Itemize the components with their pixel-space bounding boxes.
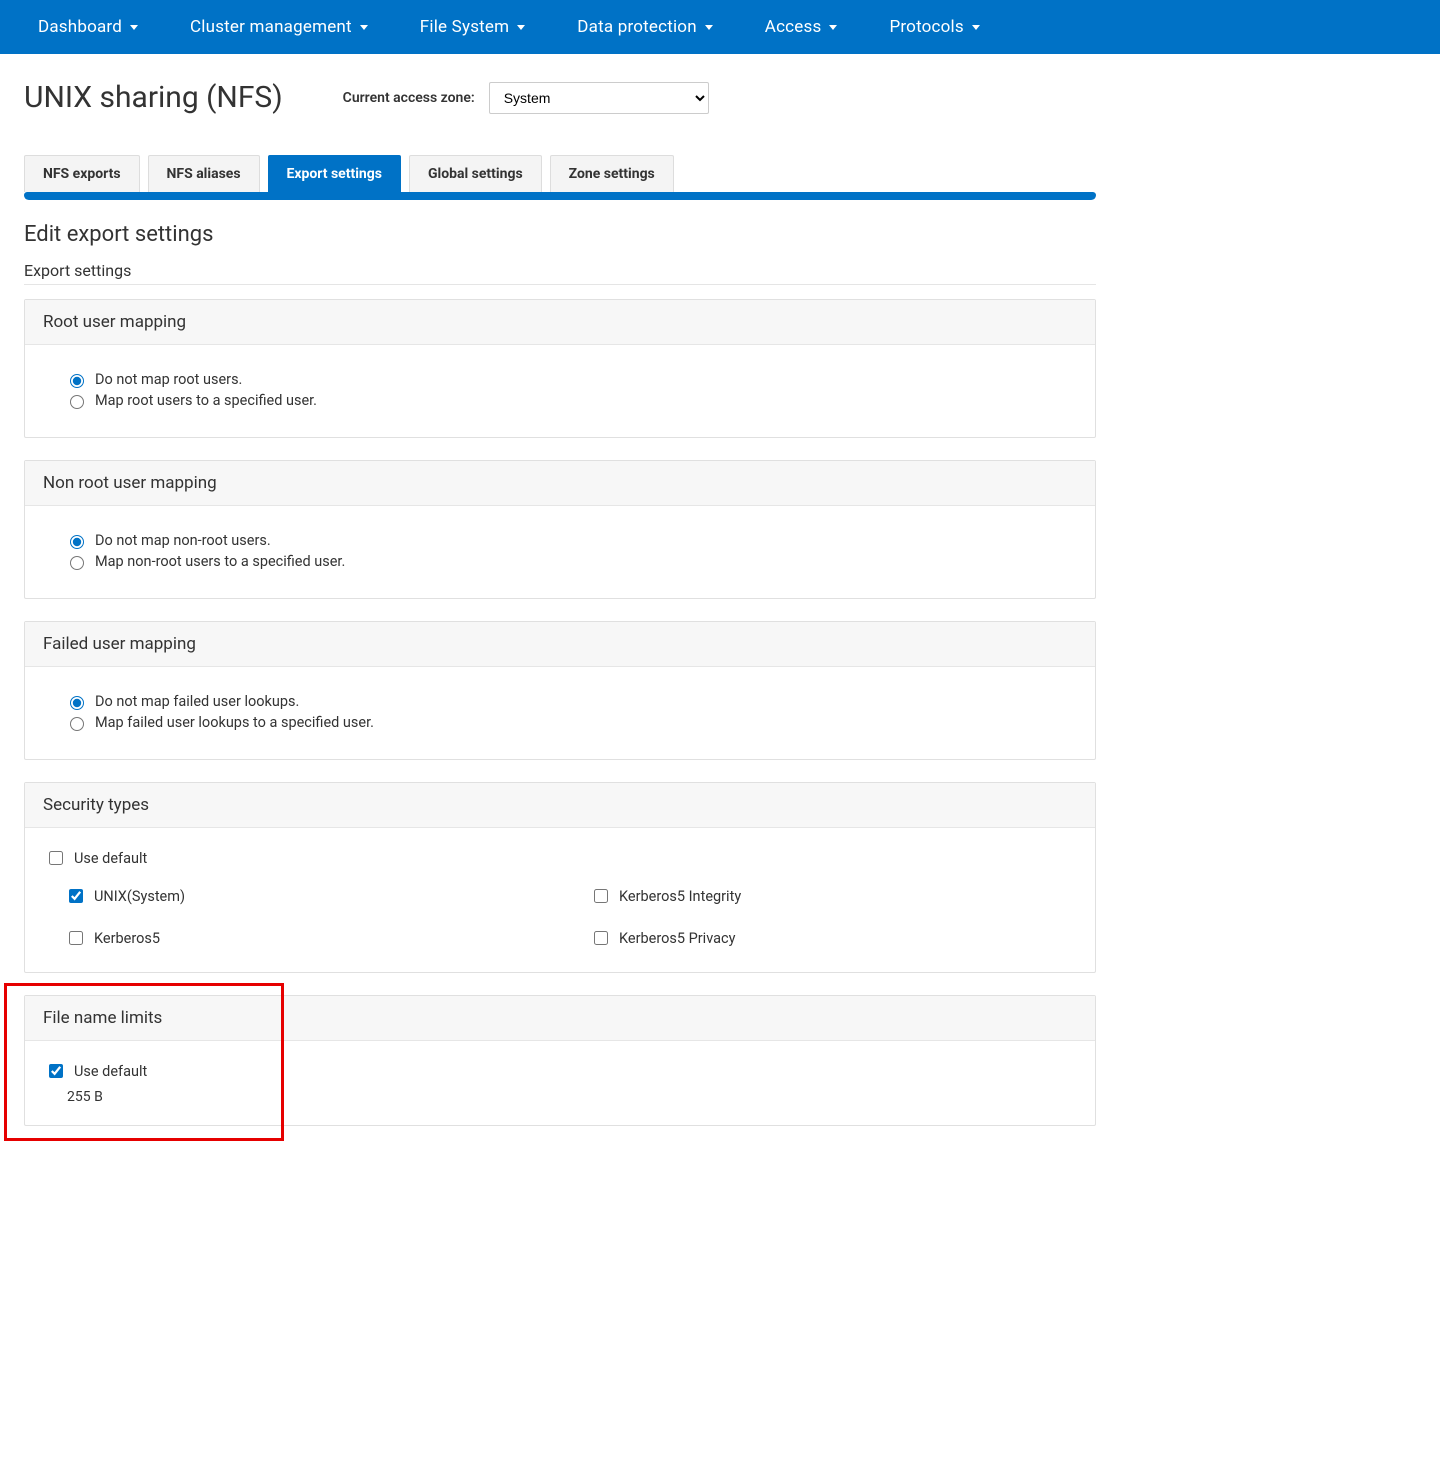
panel-non-root-user-mapping: Non root user mapping Do not map non-roo… xyxy=(24,460,1096,599)
radio-label: Do not map failed user lookups. xyxy=(95,693,299,710)
nav-item-file-system[interactable]: File System xyxy=(394,0,552,54)
checkbox-label: Use default xyxy=(74,1063,147,1080)
caret-down-icon xyxy=(829,25,837,30)
checkbox-label: Kerberos5 xyxy=(94,930,160,947)
nav-label: Data protection xyxy=(577,17,697,37)
edit-export-settings-heading: Edit export settings xyxy=(24,222,1096,247)
radio-label: Map root users to a specified user. xyxy=(95,392,317,409)
radio-do-not-map-root[interactable]: Do not map root users. xyxy=(65,371,1055,388)
tab-nfs-exports[interactable]: NFS exports xyxy=(24,155,140,192)
radio-input[interactable] xyxy=(70,395,84,409)
radio-input[interactable] xyxy=(70,717,84,731)
nav-label: Protocols xyxy=(889,17,963,37)
nav-item-data-protection[interactable]: Data protection xyxy=(551,0,739,54)
nav-label: Dashboard xyxy=(38,17,122,37)
radio-map-nonroot-specified[interactable]: Map non-root users to a specified user. xyxy=(65,553,1055,570)
caret-down-icon xyxy=(517,25,525,30)
radio-do-not-map-nonroot[interactable]: Do not map non-root users. xyxy=(65,532,1055,549)
radio-input[interactable] xyxy=(70,374,84,388)
access-zone-select[interactable]: System xyxy=(489,82,709,114)
checkbox-input[interactable] xyxy=(69,889,83,903)
radio-do-not-map-failed[interactable]: Do not map failed user lookups. xyxy=(65,693,1055,710)
tab-global-settings[interactable]: Global settings xyxy=(409,155,542,192)
nav-item-cluster-management[interactable]: Cluster management xyxy=(164,0,394,54)
radio-label: Map failed user lookups to a specified u… xyxy=(95,714,374,731)
radio-input[interactable] xyxy=(70,556,84,570)
radio-label: Do not map root users. xyxy=(95,371,242,388)
nav-label: Cluster management xyxy=(190,17,352,37)
checkbox-input[interactable] xyxy=(594,931,608,945)
checkbox-input[interactable] xyxy=(594,889,608,903)
checkbox-input[interactable] xyxy=(69,931,83,945)
caret-down-icon xyxy=(130,25,138,30)
tab-export-settings[interactable]: Export settings xyxy=(268,155,401,192)
divider xyxy=(24,284,1096,285)
tab-bar: NFS exports NFS aliases Export settings … xyxy=(24,155,1096,192)
page-title: UNIX sharing (NFS) xyxy=(24,80,283,115)
checkbox-label: Use default xyxy=(74,850,147,867)
tab-nfs-aliases[interactable]: NFS aliases xyxy=(148,155,260,192)
checkbox-kerberos5-integrity[interactable]: Kerberos5 Integrity xyxy=(590,886,1075,906)
panel-header: Root user mapping xyxy=(25,300,1095,345)
caret-down-icon xyxy=(705,25,713,30)
panel-security-types: Security types Use default UNIX(System) … xyxy=(24,782,1096,973)
checkbox-label: Kerberos5 Privacy xyxy=(619,930,735,947)
checkbox-input[interactable] xyxy=(49,851,63,865)
radio-label: Map non-root users to a specified user. xyxy=(95,553,345,570)
radio-label: Do not map non-root users. xyxy=(95,532,271,549)
export-settings-subheading: Export settings xyxy=(24,261,1096,280)
nav-item-dashboard[interactable]: Dashboard xyxy=(12,0,164,54)
nav-item-access[interactable]: Access xyxy=(739,0,864,54)
checkbox-filename-use-default[interactable]: Use default xyxy=(45,1061,1075,1081)
panel-header: Failed user mapping xyxy=(25,622,1095,667)
panel-header: File name limits xyxy=(25,996,1095,1041)
tab-underline xyxy=(24,192,1096,200)
checkbox-security-use-default[interactable]: Use default xyxy=(45,848,1075,868)
checkbox-label: Kerberos5 Integrity xyxy=(619,888,741,905)
checkbox-kerberos5[interactable]: Kerberos5 xyxy=(65,928,550,948)
nav-label: Access xyxy=(765,17,822,37)
nav-label: File System xyxy=(420,17,510,37)
tab-zone-settings[interactable]: Zone settings xyxy=(550,155,674,192)
checkbox-kerberos5-privacy[interactable]: Kerberos5 Privacy xyxy=(590,928,1075,948)
caret-down-icon xyxy=(360,25,368,30)
panel-root-user-mapping: Root user mapping Do not map root users.… xyxy=(24,299,1096,438)
title-row: UNIX sharing (NFS) Current access zone: … xyxy=(24,80,1096,115)
nav-item-protocols[interactable]: Protocols xyxy=(863,0,1005,54)
checkbox-input[interactable] xyxy=(49,1064,63,1078)
checkbox-unix-system[interactable]: UNIX(System) xyxy=(65,886,550,906)
panel-failed-user-mapping: Failed user mapping Do not map failed us… xyxy=(24,621,1096,760)
filename-limit-value: 255 B xyxy=(67,1089,1075,1105)
panel-header: Security types xyxy=(25,783,1095,828)
top-nav: Dashboard Cluster management File System… xyxy=(0,0,1440,54)
caret-down-icon xyxy=(972,25,980,30)
panel-file-name-limits: File name limits Use default 255 B xyxy=(24,995,1096,1126)
radio-map-root-specified[interactable]: Map root users to a specified user. xyxy=(65,392,1055,409)
panel-header: Non root user mapping xyxy=(25,461,1095,506)
radio-map-failed-specified[interactable]: Map failed user lookups to a specified u… xyxy=(65,714,1055,731)
radio-input[interactable] xyxy=(70,535,84,549)
checkbox-label: UNIX(System) xyxy=(94,888,185,905)
zone-label: Current access zone: xyxy=(343,90,475,106)
radio-input[interactable] xyxy=(70,696,84,710)
